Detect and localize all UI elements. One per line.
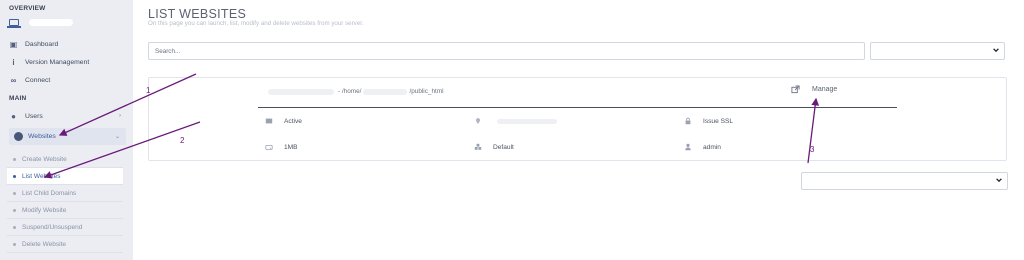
- page-title: LIST WEBSITES: [148, 7, 247, 21]
- section-label-main: MAIN: [9, 95, 27, 102]
- page-size-select[interactable]: [870, 42, 1005, 60]
- redacted-domain: [268, 88, 334, 95]
- bullet-icon: [13, 242, 16, 246]
- package-label: Default: [493, 143, 514, 151]
- issue-ssl-label: Issue SSL: [703, 117, 734, 125]
- submenu-modify-website[interactable]: Modify Website: [7, 202, 123, 219]
- bullet-icon: [13, 191, 16, 195]
- manage-label: Manage: [812, 86, 838, 93]
- hard-drive-icon: [265, 145, 273, 150]
- map-pin-icon: [475, 118, 481, 125]
- info-icon: i: [12, 57, 15, 67]
- link-icon: ∞: [10, 75, 17, 85]
- dashboard-icon: ▣: [9, 39, 18, 49]
- submenu-suspend-unsuspend[interactable]: Suspend/Unsuspend: [7, 219, 123, 236]
- redacted-ip: [497, 118, 557, 124]
- redacted-hostname: [29, 18, 73, 26]
- bullet-icon: [13, 157, 16, 161]
- cubes-icon: [474, 143, 482, 150]
- website-domain-path: - /home/ /public_html: [268, 88, 444, 95]
- pagination-select[interactable]: [801, 172, 1008, 190]
- submenu-list-child-domains[interactable]: List Child Domains: [7, 185, 123, 202]
- submenu-label: List Websites: [22, 172, 61, 180]
- status-icon: [265, 118, 273, 124]
- server-selector[interactable]: [7, 15, 129, 29]
- submenu-list-websites[interactable]: List Websites: [7, 168, 123, 185]
- sidebar-item-label: Dashboard: [25, 40, 59, 48]
- sidebar-item-connect[interactable]: ∞ Connect: [9, 73, 127, 87]
- path-suffix: /public_html: [409, 88, 444, 95]
- submenu-create-website[interactable]: Create Website: [7, 151, 123, 168]
- sidebar-item-dashboard[interactable]: ▣ Dashboard: [9, 37, 127, 51]
- status-label: Active: [284, 117, 302, 125]
- path-prefix: - /home/: [338, 88, 362, 95]
- chevron-down-icon: [993, 48, 999, 53]
- submenu-label: Modify Website: [22, 206, 67, 214]
- laptop-icon: [7, 18, 21, 28]
- manage-link[interactable]: Manage: [791, 85, 837, 94]
- page-subtitle: On this page you can launch, list, modif…: [148, 20, 364, 27]
- bullet-icon: [13, 208, 16, 212]
- annotation-number-3: 3: [810, 145, 815, 154]
- issue-ssl-link[interactable]: Issue SSL: [684, 117, 733, 125]
- sidebar-item-label: Version Management: [25, 58, 90, 66]
- submenu-delete-website[interactable]: Delete Website: [7, 236, 123, 253]
- website-ip: [474, 117, 557, 125]
- website-status: Active: [265, 117, 302, 125]
- website-owner: admin: [684, 143, 721, 151]
- user-icon: [685, 143, 691, 151]
- website-disk-usage: 1MB: [265, 143, 298, 151]
- sidebar-item-websites[interactable]: Websites ⌄: [9, 128, 126, 145]
- external-link-icon: [791, 85, 800, 94]
- owner-label: admin: [703, 143, 721, 151]
- submenu-label: List Child Domains: [22, 189, 77, 197]
- redacted-username: [363, 88, 408, 95]
- sidebar: OVERVIEW ▣ Dashboard i Version Managemen…: [0, 0, 133, 260]
- sidebar-item-label: Connect: [25, 76, 51, 84]
- disk-usage-label: 1MB: [284, 143, 298, 151]
- chevron-down-icon: ⌄: [114, 134, 120, 140]
- chevron-down-icon: [996, 178, 1002, 183]
- annotation-number-1: 1: [146, 86, 151, 95]
- lock-icon: [685, 117, 691, 125]
- sidebar-item-version-management[interactable]: i Version Management: [9, 55, 127, 69]
- bullet-icon: [13, 225, 16, 229]
- globe-icon: [14, 132, 23, 141]
- submenu-label: Create Website: [22, 155, 67, 163]
- website-package: Default: [474, 143, 514, 151]
- sidebar-item-label: Websites: [28, 133, 56, 140]
- websites-submenu: Create Website List Websites List Child …: [7, 151, 123, 253]
- sidebar-item-users[interactable]: ● Users ›: [9, 109, 127, 123]
- section-label-overview: OVERVIEW: [9, 5, 46, 12]
- submenu-label: Suspend/Unsuspend: [22, 223, 83, 231]
- chevron-right-icon: ›: [119, 113, 121, 119]
- search-input[interactable]: [148, 42, 865, 60]
- card-divider: [258, 107, 897, 108]
- submenu-label: Delete Website: [22, 240, 66, 248]
- bullet-icon: [13, 174, 16, 178]
- users-icon: ●: [11, 111, 16, 121]
- sidebar-item-label: Users: [25, 112, 43, 120]
- annotation-number-2: 2: [180, 136, 185, 145]
